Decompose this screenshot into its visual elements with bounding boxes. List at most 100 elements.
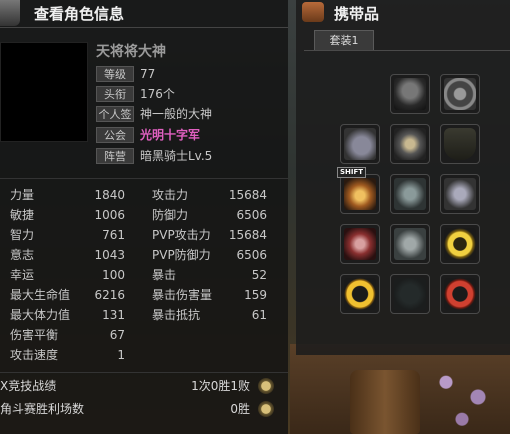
arena-record-value: 1次0胜1败: [191, 379, 250, 393]
glove-icon: [444, 178, 476, 210]
info-value: 176个: [140, 87, 175, 101]
equip-slot-shoulder[interactable]: [340, 124, 380, 164]
stat-value: 1006: [94, 208, 125, 222]
helmet-icon: [394, 78, 426, 110]
stat-damage-balance: 伤害平衡 67: [10, 326, 125, 344]
trophy-icon[interactable]: [258, 378, 274, 394]
info-label: 个人签: [96, 106, 134, 122]
stat-luck: 幸运 100: [10, 266, 125, 284]
info-row-title: 头衔 176个: [96, 86, 276, 102]
stat-value: 159: [244, 288, 267, 302]
stat-value: 1840: [94, 188, 125, 202]
info-row-signature: 个人签 神一般的大神: [96, 106, 276, 122]
stat-label: 暴击伤害量: [152, 288, 213, 302]
stat-critical: 暴击 52: [152, 266, 267, 284]
stats-divider: [0, 178, 288, 179]
stat-value: 6506: [236, 248, 267, 262]
stat-value: 6506: [236, 208, 267, 222]
stat-critical-damage: 暴击伤害量 159: [152, 286, 267, 304]
equip-slot-boots[interactable]: [390, 224, 430, 264]
stat-label: 伤害平衡: [10, 328, 59, 342]
shield-icon: [444, 128, 476, 160]
stat-value: 67: [109, 328, 125, 342]
stat-value: 61: [251, 308, 267, 322]
guild-link[interactable]: 光明十字军: [140, 127, 200, 143]
title-divider: [0, 27, 288, 28]
stat-label: 防御力: [152, 208, 189, 222]
belt-icon: [344, 228, 376, 260]
stat-critical-resist: 暴击抵抗 61: [152, 306, 267, 324]
tab-divider: [304, 50, 510, 51]
gladiator-wins-label: 角斗赛胜利场数: [0, 402, 85, 416]
stat-label: PVP攻击力: [152, 228, 211, 242]
stat-label: 最大体力值: [10, 308, 71, 322]
arena-record-label: X竞技战绩: [0, 379, 57, 393]
feather-scroll-icon: [344, 178, 376, 210]
equip-slot-helmet[interactable]: [390, 74, 430, 114]
bag-icon: [302, 2, 324, 22]
info-row-guild: 公会 光明十字军: [96, 127, 276, 143]
character-panel-icon: [0, 0, 20, 26]
equip-slot-ring-3[interactable]: [440, 274, 480, 314]
stat-label: 暴击: [152, 268, 177, 282]
tab-set-1[interactable]: 套装1: [314, 30, 374, 50]
stat-value: 1043: [94, 248, 125, 262]
stat-pvp-defense: PVP防御力 6506: [152, 246, 267, 264]
info-row-faction: 阵营 暗黑骑士Lv.5: [96, 148, 276, 164]
info-value: 77: [140, 67, 156, 81]
equip-slot-ring-2[interactable]: [340, 274, 380, 314]
equip-slot-chest[interactable]: [390, 124, 430, 164]
stat-label: 力量: [10, 188, 35, 202]
stat-value: 131: [102, 308, 125, 322]
stat-intelligence: 智力 761: [10, 226, 125, 244]
gauntlet-icon: [344, 128, 376, 160]
stat-value: 15684: [228, 188, 267, 202]
stat-value: 100: [102, 268, 125, 282]
equip-slot-belt[interactable]: [340, 224, 380, 264]
stat-max-stamina: 最大体力值 131: [10, 306, 125, 324]
equip-slot-shield[interactable]: [440, 124, 480, 164]
stat-value: 1: [117, 348, 125, 362]
panel-title: 查看角色信息: [34, 5, 125, 23]
equipment-panel: 携带品 套装1 SHIFT: [296, 0, 510, 355]
stat-attack-speed: 攻击速度 1: [10, 346, 125, 364]
chest-armor-icon: [394, 128, 426, 160]
equip-slot-empty[interactable]: [390, 274, 430, 314]
equip-slot-weapon[interactable]: SHIFT: [337, 167, 380, 214]
gold-band-icon: [344, 278, 376, 310]
equipment-title: 携带品: [334, 5, 380, 23]
equip-slot-medallion[interactable]: [440, 74, 480, 114]
stat-label: 敏捷: [10, 208, 35, 222]
stat-label: 攻击力: [152, 188, 189, 202]
stat-value: 6216: [94, 288, 125, 302]
arena-record-row: X竞技战绩 1次0胜1败: [0, 376, 288, 396]
bottom-divider: [0, 372, 288, 373]
character-name: 天将将大神: [96, 44, 166, 60]
medallion-icon: [444, 78, 476, 110]
info-value: 神一般的大神: [140, 107, 213, 121]
stat-will: 意志 1043: [10, 246, 125, 264]
gladiator-wins-row: 角斗赛胜利场数 0胜: [0, 399, 288, 419]
background-barrel: [350, 370, 420, 434]
equip-slot-gloves[interactable]: [440, 174, 480, 214]
stat-agility: 敏捷 1006: [10, 206, 125, 224]
info-label: 头衔: [96, 86, 134, 102]
gold-ring-icon: [444, 228, 476, 260]
stat-label: 幸运: [10, 268, 35, 282]
stat-value: 15684: [228, 228, 267, 242]
info-label: 等级: [96, 66, 134, 82]
stat-label: 最大生命值: [10, 288, 71, 302]
equip-slot-legs[interactable]: [390, 174, 430, 214]
character-info-panel: 查看角色信息 天将将大神 等级 77 头衔 176个 个人签 神一般的大神 公会…: [0, 0, 288, 434]
stat-label: 暴击抵抗: [152, 308, 201, 322]
stat-max-hp: 最大生命值 6216: [10, 286, 125, 304]
stat-value: 761: [102, 228, 125, 242]
stat-label: 智力: [10, 228, 35, 242]
stat-attack: 攻击力 15684: [152, 186, 267, 204]
leg-armor-icon: [394, 178, 426, 210]
equip-slot-ring-1[interactable]: [440, 224, 480, 264]
stat-label: 意志: [10, 248, 35, 262]
red-ring-icon: [444, 278, 476, 310]
trophy-icon[interactable]: [258, 401, 274, 417]
gladiator-wins-value: 0胜: [230, 402, 250, 416]
